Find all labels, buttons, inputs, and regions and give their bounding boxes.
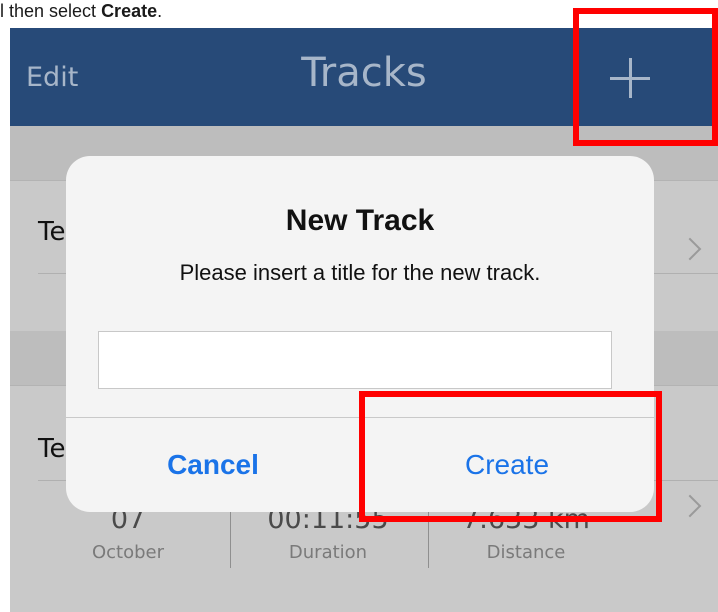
screenshot: l then select Create. Edit Tracks Te Te … xyxy=(0,0,718,612)
date-stat: 07 October xyxy=(28,504,228,563)
distance-label: Distance xyxy=(486,542,566,563)
chevron-right-icon xyxy=(678,237,702,261)
date-month: October xyxy=(91,542,165,563)
navigation-bar: Edit Tracks xyxy=(10,28,718,126)
dialog-message: Please insert a title for the new track. xyxy=(179,260,541,285)
track-title-input[interactable] xyxy=(98,331,612,389)
duration-label: Duration xyxy=(288,542,368,563)
track-title: Te xyxy=(38,434,66,464)
instruction-suffix: . xyxy=(157,1,163,21)
plus-icon[interactable] xyxy=(610,58,650,98)
track-title: Te xyxy=(38,217,66,247)
instruction-prefix: l then select xyxy=(0,1,102,21)
cancel-button[interactable]: Cancel xyxy=(66,418,360,512)
phone-screen: Edit Tracks Te Te 07 October 00:11:55 Du… xyxy=(10,28,718,612)
chevron-right-icon xyxy=(678,494,702,518)
create-button[interactable]: Create xyxy=(360,418,654,512)
new-track-dialog: New Track Please insert a title for the … xyxy=(66,156,654,512)
instruction-text: l then select Create. xyxy=(0,0,600,26)
instruction-emphasis: Create xyxy=(101,1,158,21)
dialog-title: New Track xyxy=(285,204,435,237)
distance-stat: 7.633 km Distance xyxy=(426,504,626,563)
duration-stat: 00:11:55 Duration xyxy=(228,504,428,563)
